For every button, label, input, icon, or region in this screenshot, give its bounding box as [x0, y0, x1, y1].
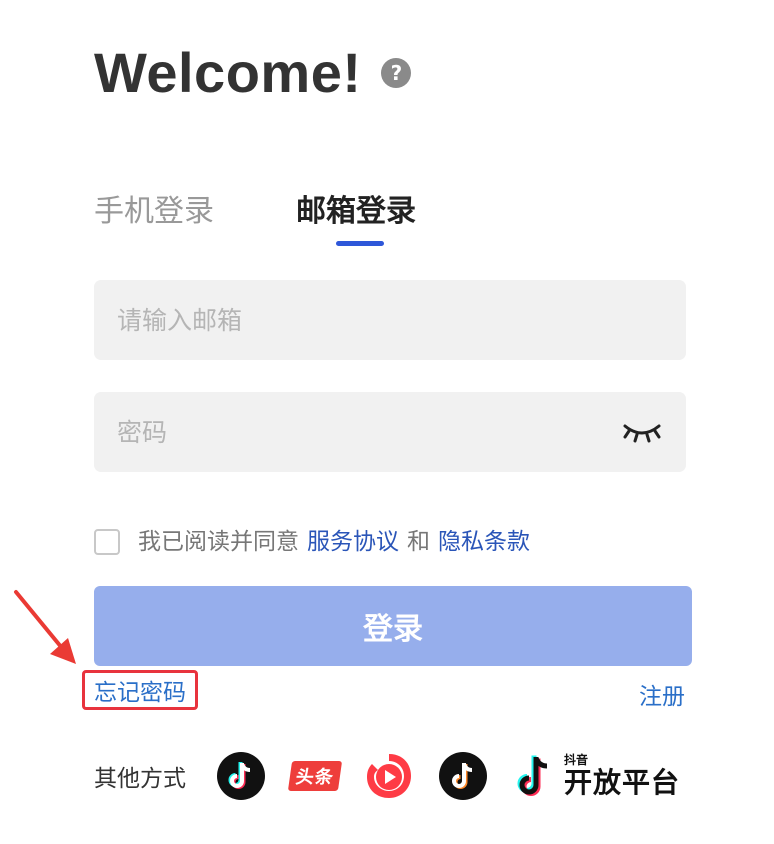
help-icon[interactable]: ?: [381, 58, 412, 88]
welcome-header: Welcome! ?: [94, 38, 412, 108]
agreement-and-text: 和: [407, 529, 430, 555]
page-title: Welcome!: [94, 41, 362, 104]
other-login-methods: 其他方式 头条 抖音 开放平台: [94, 750, 680, 802]
password-field-container: [94, 392, 686, 472]
eye-closed-icon[interactable]: [620, 416, 664, 448]
open-platform-small-label: 抖音: [564, 753, 589, 767]
xigua-video-icon[interactable]: [364, 751, 414, 801]
active-tab-indicator: [336, 241, 384, 246]
tab-email-login[interactable]: 邮箱登录: [296, 192, 416, 246]
toutiao-icon[interactable]: 头条: [287, 751, 343, 801]
agreement-checkbox[interactable]: [94, 529, 120, 555]
douyin-huoshan-icon[interactable]: [438, 751, 488, 801]
agreement-text: 我已阅读并同意: [138, 529, 299, 555]
register-link[interactable]: 注册: [639, 677, 685, 711]
forgot-password-link[interactable]: 忘记密码: [94, 673, 186, 707]
login-tabs: 手机登录 邮箱登录: [94, 192, 498, 246]
privacy-policy-link[interactable]: 隐私条款: [438, 526, 530, 558]
douyin-icon[interactable]: [216, 751, 266, 801]
tab-phone-login[interactable]: 手机登录: [94, 192, 214, 232]
open-platform-big-label: 开放平台: [564, 766, 681, 799]
tab-email-login-label: 邮箱登录: [296, 194, 416, 229]
forgot-password-highlight-box: 忘记密码: [82, 670, 198, 710]
login-button[interactable]: 登录: [94, 586, 692, 666]
other-methods-label: 其他方式: [94, 766, 186, 792]
email-input[interactable]: [94, 280, 597, 360]
open-platform-text: 抖音 开放平台: [564, 753, 680, 799]
agreement-row: 我已阅读并同意 服务协议 和 隐私条款: [94, 526, 538, 558]
douyin-open-platform[interactable]: 抖音 开放平台: [514, 751, 680, 801]
password-input[interactable]: [94, 392, 597, 472]
login-page: Welcome! ? 手机登录 邮箱登录 我已阅读并同意 服务协议 和 隐私条款…: [0, 0, 774, 844]
toutiao-label: 头条: [287, 761, 343, 791]
douyin-logo-icon: [517, 755, 548, 796]
terms-of-service-link[interactable]: 服务协议: [307, 526, 399, 558]
email-field-container: [94, 280, 686, 360]
red-arrow-annotation: [14, 590, 76, 664]
